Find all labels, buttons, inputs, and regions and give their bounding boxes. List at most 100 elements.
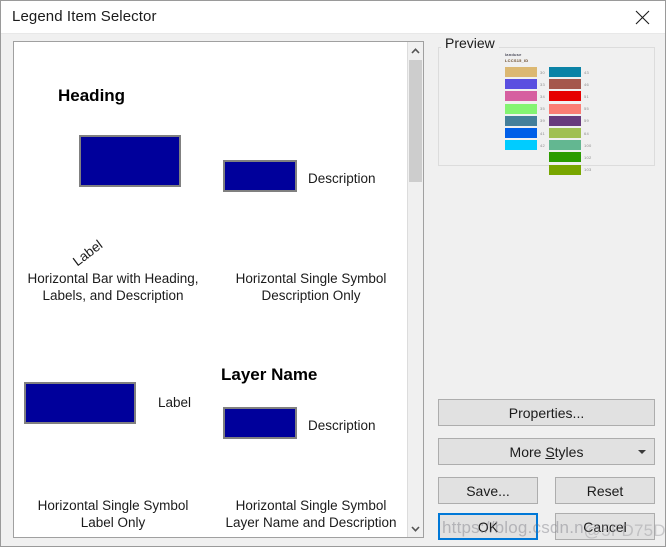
preview-legend-row: 39 xyxy=(505,115,545,127)
preview-legend-swatch-label: 55 xyxy=(584,106,590,112)
list-item-caption-line2: Labels, and Description xyxy=(42,288,184,303)
symbol-swatch xyxy=(79,135,181,187)
preview-legend-row: 43 xyxy=(549,66,592,78)
properties-button[interactable]: Properties... xyxy=(438,399,655,426)
preview-legend-swatch-label: 59 xyxy=(584,118,590,124)
legend-layer-name-text: Layer Name xyxy=(221,365,318,384)
list-item-caption-line2: Description Only xyxy=(261,288,361,303)
preview-legend-swatch-label: 43 xyxy=(584,69,590,75)
preview-legend-swatch xyxy=(549,103,581,114)
ok-button[interactable]: OK xyxy=(438,513,538,540)
legend-item-canvas: Heading Label Horizontal Bar with Headin… xyxy=(14,42,410,537)
preview-legend-swatch xyxy=(549,115,581,126)
legend-description-text: Description xyxy=(308,171,376,186)
save-button-label: Save... xyxy=(466,482,510,499)
preview-legend-row: 64 xyxy=(549,127,592,139)
preview-legend-row: 59 xyxy=(549,115,592,127)
preview-legend-swatch-label: 102 xyxy=(584,154,592,160)
preview-legend-swatch-label: 51 xyxy=(584,93,590,99)
preview-legend-swatch xyxy=(549,79,581,90)
save-button[interactable]: Save... xyxy=(438,477,538,504)
preview-legend-swatch xyxy=(549,91,581,102)
legend-heading-text: Heading xyxy=(58,86,126,105)
symbol-swatch xyxy=(223,407,297,439)
preview-legend-image: landuse LCCS15_ID 30 33 34 35 39 41 42 43 46 51 5… xyxy=(505,52,653,175)
preview-legend-swatch xyxy=(549,140,581,151)
list-item-caption-line1: Horizontal Single Symbol xyxy=(37,498,189,513)
list-item-caption-line2: Layer Name and Description xyxy=(225,515,397,530)
preview-legend-row: 103 xyxy=(549,164,592,176)
cancel-button-label: Cancel xyxy=(583,518,627,535)
chevron-down-icon[interactable] xyxy=(408,520,423,537)
preview-legend-swatch-label: 39 xyxy=(540,118,546,124)
preview-legend-columns: 30 33 34 35 39 41 42 43 46 51 55 59 64 100 102 103 xyxy=(505,66,653,175)
legend-description-text: Description xyxy=(308,418,376,433)
symbol-swatch xyxy=(24,382,136,424)
preview-legend-swatch xyxy=(505,91,537,102)
legend-rotated-label: Label xyxy=(69,237,106,269)
window-title: Legend Item Selector xyxy=(12,8,157,25)
preview-legend-title-line2: LCCS15_ID xyxy=(505,58,529,63)
preview-legend-row: 41 xyxy=(505,127,545,139)
preview-label: Preview xyxy=(441,35,499,51)
cancel-button[interactable]: Cancel xyxy=(555,513,655,540)
reset-button-label: Reset xyxy=(586,482,624,499)
legend-label-text: Label xyxy=(158,395,192,410)
list-item[interactable]: Heading Label Horizontal Bar with Headin… xyxy=(14,42,212,307)
list-item[interactable]: Layer Name Description Horizontal Single… xyxy=(212,307,410,537)
preview-legend-swatch xyxy=(549,152,581,163)
close-icon[interactable] xyxy=(620,1,665,33)
preview-legend-swatch xyxy=(505,140,537,151)
legend-item-selector-dialog: Legend Item Selector Heading Label Horiz… xyxy=(0,0,666,547)
preview-legend-row: 102 xyxy=(549,151,592,163)
more-styles-button[interactable]: More Styles xyxy=(438,438,655,465)
preview-groupbox: landuse LCCS15_ID 30 33 34 35 39 41 42 43 46 51 5… xyxy=(438,47,655,175)
list-item[interactable]: Label Horizontal Single Symbol Label Onl… xyxy=(14,307,212,537)
preview-legend-row: 46 xyxy=(549,78,592,90)
chevron-up-icon[interactable] xyxy=(408,42,423,59)
list-item-caption-line1: Horizontal Bar with Heading, xyxy=(27,271,199,286)
preview-legend-swatch xyxy=(505,103,537,114)
preview-legend-swatch xyxy=(549,164,581,175)
preview-legend-swatch-label: 46 xyxy=(584,81,590,87)
properties-button-label: Properties... xyxy=(508,404,585,421)
list-item-caption-line2: Label Only xyxy=(80,515,146,530)
preview-legend-swatch xyxy=(505,115,537,126)
preview-legend-swatch xyxy=(505,67,537,78)
preview-legend-row: 35 xyxy=(505,103,545,115)
list-item-caption-line1: Horizontal Single Symbol xyxy=(235,498,387,513)
preview-legend-row: 30 xyxy=(505,66,545,78)
title-bar: Legend Item Selector xyxy=(1,1,665,34)
preview-legend-swatch-label: 35 xyxy=(540,106,546,112)
preview-legend-swatch-label: 100 xyxy=(584,142,592,148)
preview-legend-row: 33 xyxy=(505,78,545,90)
preview-legend-row: 42 xyxy=(505,139,545,151)
list-item[interactable]: Description Horizontal Single Symbol Des… xyxy=(212,42,410,307)
preview-legend-row: 34 xyxy=(505,90,545,102)
preview-legend-swatch xyxy=(505,128,537,139)
ok-button-label: OK xyxy=(477,518,499,535)
list-item-caption-line1: Horizontal Single Symbol xyxy=(235,271,387,286)
preview-legend-swatch-label: 41 xyxy=(540,130,546,136)
preview-legend-swatch-label: 64 xyxy=(584,130,590,136)
symbol-swatch xyxy=(223,160,297,192)
preview-legend-swatch-label: 103 xyxy=(584,167,592,173)
preview-legend-swatch-label: 30 xyxy=(540,69,546,75)
legend-item-list[interactable]: Heading Label Horizontal Bar with Headin… xyxy=(13,41,424,538)
preview-legend-swatch-label: 42 xyxy=(540,142,546,148)
reset-button[interactable]: Reset xyxy=(555,477,655,504)
more-styles-button-label: More Styles xyxy=(509,443,584,460)
preview-legend-swatch xyxy=(549,67,581,78)
preview-legend-row: 55 xyxy=(549,103,592,115)
vertical-scrollbar[interactable] xyxy=(407,42,423,537)
chevron-down-icon xyxy=(638,449,646,454)
preview-legend-row: 100 xyxy=(549,139,592,151)
preview-legend-swatch xyxy=(549,128,581,139)
preview-legend-row: 51 xyxy=(549,90,592,102)
preview-legend-swatch-label: 34 xyxy=(540,93,546,99)
preview-legend-column-right: 43 46 51 55 59 64 100 102 103 xyxy=(549,66,592,176)
preview-legend-swatch-label: 33 xyxy=(540,81,546,87)
preview-legend-column-left: 30 33 34 35 39 41 42 xyxy=(505,66,545,151)
preview-legend-swatch xyxy=(505,79,537,90)
scrollbar-thumb[interactable] xyxy=(409,60,422,182)
